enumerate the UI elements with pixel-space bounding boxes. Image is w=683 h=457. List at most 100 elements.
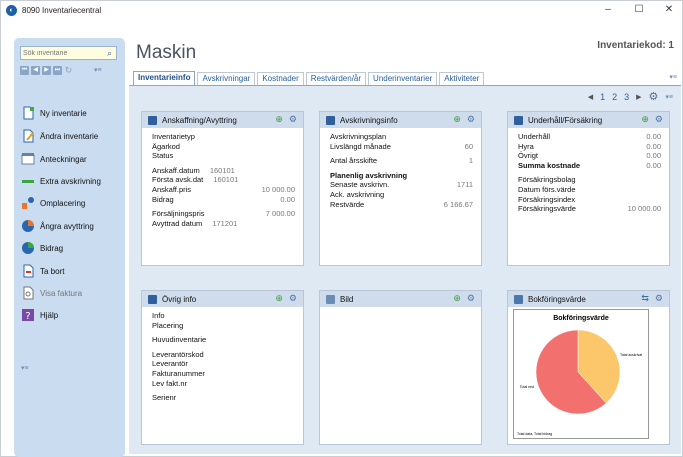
field-label: Senaste avskrivn.: [330, 180, 390, 190]
panel-bild: Bild ⊕ ⚙: [319, 290, 482, 445]
field-label-group: Placering: [152, 321, 183, 331]
sidebar-item-bidrag[interactable]: Bidrag: [21, 239, 121, 257]
field-value: 0.00: [646, 132, 661, 141]
field-label: Anskaff.pris: [152, 184, 192, 194]
tab-aktiviteter[interactable]: Aktiviteter: [439, 72, 485, 85]
next-record-icon[interactable]: ▶: [42, 66, 51, 75]
field-label-group: Senaste avskrivn.: [330, 180, 389, 190]
field-label-group: Försäkringsindex: [518, 195, 575, 205]
gear-icon[interactable]: ⚙: [289, 114, 297, 125]
field-label: Övrigt: [518, 151, 539, 161]
sidebar-item-andra-inventarie[interactable]: Ändra inventarie: [21, 127, 121, 145]
pager-page-2[interactable]: 2: [612, 92, 617, 102]
relocation-icon: [21, 196, 35, 210]
zoom-icon[interactable]: ⊕: [275, 114, 283, 125]
gear-icon[interactable]: ⚙: [655, 114, 663, 125]
field-label: Planenlig avskrivning: [330, 170, 408, 180]
sidebar-item-angra-avyttring[interactable]: Ångra avyttring: [21, 217, 121, 235]
field-label-group: Försäkringsbolag: [518, 175, 576, 185]
pager-next-icon[interactable]: ▶: [636, 93, 641, 101]
field-label: Huvudinventarie: [152, 335, 207, 345]
gear-icon[interactable]: ⚙: [467, 293, 475, 304]
field-label: Datum förs.värde: [518, 184, 576, 194]
previous-record-icon[interactable]: ◀: [31, 66, 40, 75]
field-label-group: Ack. avskrivning: [330, 190, 384, 200]
search-input[interactable]: [21, 49, 103, 57]
sidebar-item-omplacering[interactable]: Omplacering: [21, 194, 121, 212]
refresh-icon[interactable]: ↻: [64, 66, 73, 75]
extra-depreciation-icon: [21, 174, 35, 188]
field-label-group: Försäkringsvärde: [518, 204, 576, 214]
pager-page-1[interactable]: 1: [600, 92, 605, 102]
tab-underinventarier[interactable]: Underinventarier: [368, 72, 438, 85]
field-label: Anskaff.datum: [152, 165, 200, 175]
panel-body: Avskrivningsplan Livslängd månade 60 Antal …: [330, 132, 473, 209]
field-label-group: Avyttrad datum 171201: [152, 219, 237, 229]
field-label: Avyttrad datum: [152, 218, 203, 228]
field-label: Livslängd månade: [330, 141, 391, 151]
field-row: Övrigt 0.00: [518, 151, 661, 161]
field-label: Ack. avskrivning: [330, 189, 385, 199]
field-label-group: Antal årsskifte: [330, 156, 377, 166]
maximize-button[interactable]: ☐: [627, 1, 651, 19]
gear-icon[interactable]: ⚙: [289, 293, 297, 304]
field-label: Antal årsskifte: [330, 156, 378, 166]
close-button[interactable]: ✕: [657, 1, 681, 19]
search-icon[interactable]: ⌕: [103, 47, 116, 59]
panel-header: Underhåll/Försäkring ⊕ ⚙: [508, 112, 669, 128]
field-row: Inventarietyp: [152, 132, 295, 142]
tab-inventarieinfo[interactable]: Inventarieinfo: [133, 71, 196, 85]
pie-chart-svg: Bokföringsvärde Total avskrivat Total rest…: [517, 315, 642, 436]
field-value: 10 000.00: [627, 204, 661, 214]
minimize-button[interactable]: –: [596, 1, 620, 19]
field-value: 1: [468, 156, 473, 166]
pager-prev-icon[interactable]: ◀: [588, 93, 593, 101]
zoom-icon[interactable]: ⊕: [453, 293, 461, 304]
pager: ◀ 1 2 3 ▶ ⚙ ▾≡: [588, 90, 673, 103]
field-row: Antal årsskifte 1: [330, 156, 473, 166]
tab-avskrivningar[interactable]: Avskrivningar: [197, 72, 256, 85]
first-record-icon[interactable]: ⏮: [20, 66, 29, 75]
zoom-icon[interactable]: ⊕: [275, 293, 283, 304]
sidebar-item-anteckningar[interactable]: Anteckningar: [21, 150, 121, 168]
sidebar-item-ny-inventarie[interactable]: Ny inventarie: [21, 104, 121, 122]
tab-kostnader[interactable]: Kostnader: [257, 72, 304, 85]
zoom-icon[interactable]: ⊕: [641, 114, 649, 125]
field-row: Lev fakt.nr: [152, 379, 295, 389]
sidebar-item-ta-bort[interactable]: Ta bort: [21, 262, 121, 280]
field-row: Anskaff.pris 10 000.00: [152, 185, 295, 195]
swap-icon[interactable]: ⇆: [641, 293, 649, 304]
gear-icon[interactable]: ⚙: [467, 114, 475, 125]
pie-chart: Bokföringsvärde Total avskrivat Total rest…: [513, 309, 649, 439]
page-title: Maskin: [136, 42, 197, 63]
sidebar-item-extra-avskrivning[interactable]: Extra avskrivning: [21, 172, 121, 190]
field-label-group: Info: [152, 311, 165, 321]
sidebar-more-icon[interactable]: ▾≡: [21, 364, 29, 372]
tabs-options-icon[interactable]: ▾≡: [669, 73, 677, 81]
last-record-icon[interactable]: ⏭: [53, 66, 62, 75]
sidebar-item-hjalp[interactable]: ? Hjälp: [21, 306, 121, 324]
sidebar-item-visa-faktura[interactable]: Visa faktura: [21, 284, 121, 302]
panel-calc-icon: [326, 115, 335, 125]
field-row: Leverantör: [152, 359, 295, 369]
settings-gear-icon[interactable]: ⚙: [649, 90, 659, 103]
sidebar-options-icon[interactable]: ▾≡: [94, 66, 102, 75]
gear-icon[interactable]: ⚙: [655, 293, 663, 304]
field-row: Anskaff.datum 160101: [152, 166, 295, 176]
field-label: Lev fakt.nr: [152, 378, 188, 388]
field-label: Försäkringsindex: [518, 194, 576, 204]
notes-icon: [21, 152, 35, 166]
grant-icon: [21, 241, 35, 255]
field-label: Hyra: [518, 141, 534, 151]
field-label-group: Status: [152, 151, 173, 161]
field-value: 160101: [209, 165, 235, 175]
zoom-icon[interactable]: ⊕: [453, 114, 461, 125]
pager-options-icon[interactable]: ▾≡: [665, 93, 673, 101]
field-row: Datum förs.värde: [518, 185, 661, 195]
tab-restvarden[interactable]: Restvärden/år: [305, 72, 367, 85]
field-label-group: Summa kostnade: [518, 161, 580, 171]
new-document-icon: [21, 106, 35, 120]
field-row: Ack. avskrivning: [330, 190, 473, 200]
pager-page-3[interactable]: 3: [624, 92, 629, 102]
invoice-icon: [21, 286, 35, 300]
